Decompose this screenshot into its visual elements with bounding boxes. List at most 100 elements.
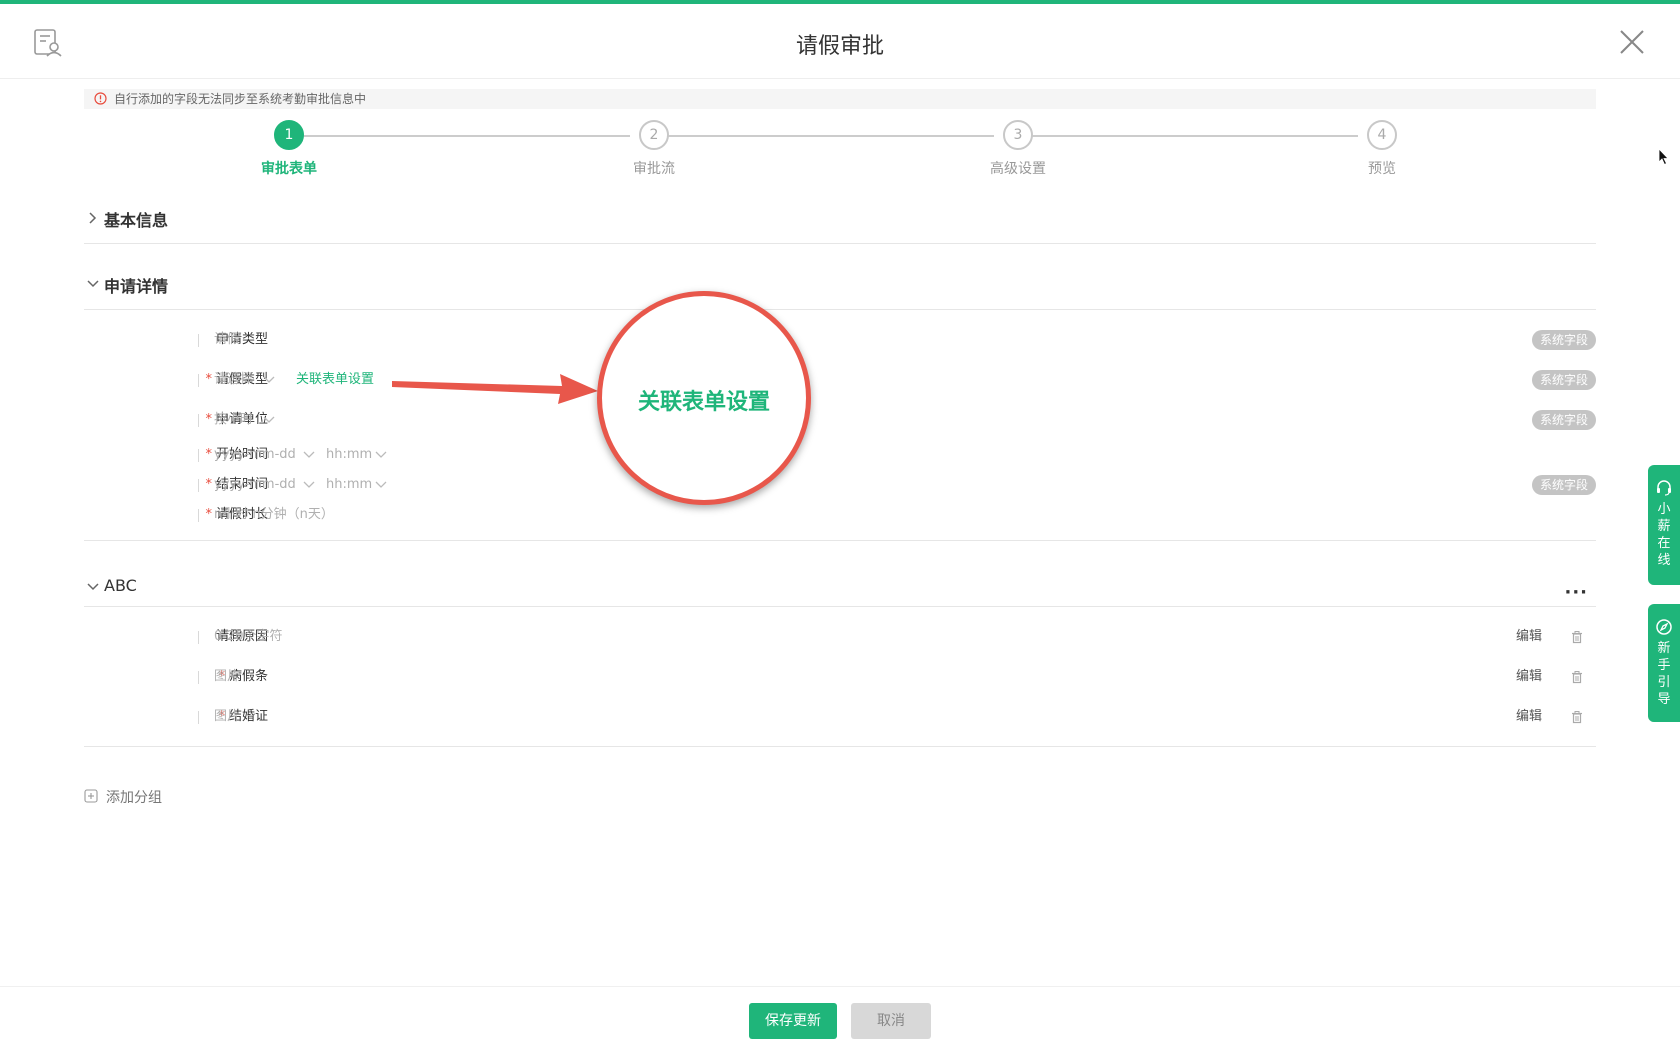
separator: [198, 479, 199, 492]
page-title: 请假审批: [795, 34, 884, 59]
step-number: 4: [1367, 120, 1397, 150]
field-placeholder: 图片: [214, 669, 241, 684]
cancel-button[interactable]: 取消: [851, 1003, 931, 1039]
field-row-sick-note: * 病假条 图片 编辑: [84, 665, 1596, 689]
step-form[interactable]: 1 审批表单: [229, 120, 349, 178]
plus-square-icon: [84, 789, 98, 803]
system-field-badge: 系统字段: [1531, 370, 1596, 390]
field-row-reason: 请假原因 0-20个字符 编辑: [84, 625, 1596, 649]
section-title: 基本信息: [104, 211, 169, 230]
annotation-magnifier: 关联表单设置: [597, 291, 811, 505]
required-mark: *: [205, 477, 212, 492]
step-label: 审批表单: [261, 161, 317, 177]
chevron-down-icon: [87, 583, 99, 591]
separator: [198, 671, 199, 684]
system-field-badge: 系统字段: [1531, 475, 1596, 495]
divider: [84, 540, 1596, 541]
save-update-button[interactable]: 保存更新: [749, 1003, 837, 1039]
chevron-down-icon[interactable]: [374, 478, 388, 492]
section-abc[interactable]: ABC ···: [84, 570, 1596, 610]
chevron-down-icon: [87, 280, 99, 288]
field-row-apply-type: 申请类型 请假 系统字段: [84, 328, 1596, 352]
edit-button[interactable]: 编辑: [1516, 625, 1542, 649]
step-number: 1: [274, 120, 304, 150]
separator: [198, 711, 199, 724]
field-placeholder: 0-20个字符: [214, 629, 283, 644]
trash-icon[interactable]: [1570, 710, 1584, 724]
field-placeholder: 图片: [214, 709, 241, 724]
section-apply-detail[interactable]: 申请详情: [84, 267, 1596, 307]
field-row-duration: * 请假时长 n小时 n分钟（n天）: [84, 503, 1596, 527]
required-mark: *: [205, 412, 212, 427]
notice-text: 自行添加的字段无法同步至系统考勤审批信息中: [114, 92, 367, 106]
step-preview[interactable]: 4 预览: [1322, 120, 1442, 178]
system-field-badge: 系统字段: [1531, 410, 1596, 430]
beginner-guide-tab[interactable]: 新 手 引 导: [1648, 604, 1680, 722]
annotation-arrow: [392, 374, 598, 404]
sync-warning-notice: 自行添加的字段无法同步至系统考勤审批信息中: [84, 89, 1596, 109]
end-time-select[interactable]: hh:mm: [326, 473, 372, 497]
chevron-down-icon[interactable]: [262, 373, 276, 387]
annotation-text: 关联表单设置: [637, 390, 770, 415]
required-mark: *: [205, 447, 212, 462]
edit-button[interactable]: 编辑: [1516, 665, 1542, 689]
divider: [84, 746, 1596, 747]
end-date-select[interactable]: yyyy-mm-dd: [214, 473, 296, 497]
step-flow[interactable]: 2 审批流: [594, 120, 714, 178]
edit-button[interactable]: 编辑: [1516, 705, 1542, 729]
field-row-start-time: * 开始时间 yyyy-mm-dd hh:mm: [84, 443, 1596, 467]
step-number: 2: [639, 120, 669, 150]
separator: [198, 414, 199, 427]
divider: [84, 309, 1596, 310]
separator: [198, 631, 199, 644]
field-row-end-time: * 结束时间 yyyy-mm-dd hh:mm 系统字段: [84, 473, 1596, 497]
chevron-down-icon[interactable]: [302, 448, 316, 462]
footer-bar: 保存更新 取消: [0, 986, 1680, 1051]
field-placeholder: 请假: [214, 332, 241, 347]
section-title: 申请详情: [104, 277, 169, 296]
step-label: 审批流: [633, 161, 675, 177]
section-basic-info[interactable]: 基本信息: [84, 201, 1596, 241]
linked-form-settings-link[interactable]: 关联表单设置: [296, 368, 374, 392]
trash-icon[interactable]: [1570, 670, 1584, 684]
divider: [84, 606, 1596, 607]
separator: [198, 374, 199, 387]
start-time-select[interactable]: hh:mm: [326, 443, 372, 467]
step-label: 预览: [1368, 161, 1396, 177]
close-icon[interactable]: [1618, 28, 1646, 56]
separator: [198, 509, 199, 522]
required-mark: *: [205, 507, 212, 522]
chevron-down-icon[interactable]: [262, 413, 276, 427]
separator: [198, 334, 199, 347]
mouse-cursor-icon: [1658, 148, 1669, 166]
section-title: ABC: [104, 576, 137, 595]
leave-type-select[interactable]: 请选择: [214, 368, 253, 392]
field-row-apply-unit: * 申请单位 按小时 系统字段: [84, 408, 1596, 432]
required-mark: *: [205, 372, 212, 387]
field-row-marriage-cert: * 结婚证 图片 编辑: [84, 705, 1596, 729]
trash-icon[interactable]: [1570, 630, 1584, 644]
modal-header: 请假审批: [0, 4, 1680, 79]
add-group-label: 添加分组: [106, 790, 162, 806]
chevron-down-icon[interactable]: [374, 448, 388, 462]
step-label: 高级设置: [990, 161, 1046, 177]
start-date-select[interactable]: yyyy-mm-dd: [214, 443, 296, 467]
separator: [198, 449, 199, 462]
chevron-right-icon: [89, 212, 97, 224]
beginner-guide-label: 新 手 引 导: [1657, 641, 1671, 707]
step-progress: 1 审批表单 2 审批流 3 高级设置 4 预览: [84, 118, 1596, 178]
apply-unit-select[interactable]: 按小时: [214, 408, 253, 432]
step-number: 3: [1003, 120, 1033, 150]
online-support-tab[interactable]: 小 薪 在 线: [1648, 465, 1680, 585]
compass-icon: [1656, 619, 1672, 635]
system-field-badge: 系统字段: [1531, 330, 1596, 350]
divider: [84, 243, 1596, 244]
online-support-label: 小 薪 在 线: [1657, 502, 1671, 568]
headset-icon: [1657, 480, 1671, 496]
step-advanced[interactable]: 3 高级设置: [958, 120, 1078, 178]
chevron-down-icon[interactable]: [302, 478, 316, 492]
warning-icon: [94, 92, 107, 105]
field-row-leave-type: * 请假类型 请选择 关联表单设置 系统字段: [84, 368, 1596, 392]
field-placeholder: n小时 n分钟（n天）: [214, 507, 334, 522]
more-options-icon[interactable]: ···: [1564, 582, 1588, 603]
